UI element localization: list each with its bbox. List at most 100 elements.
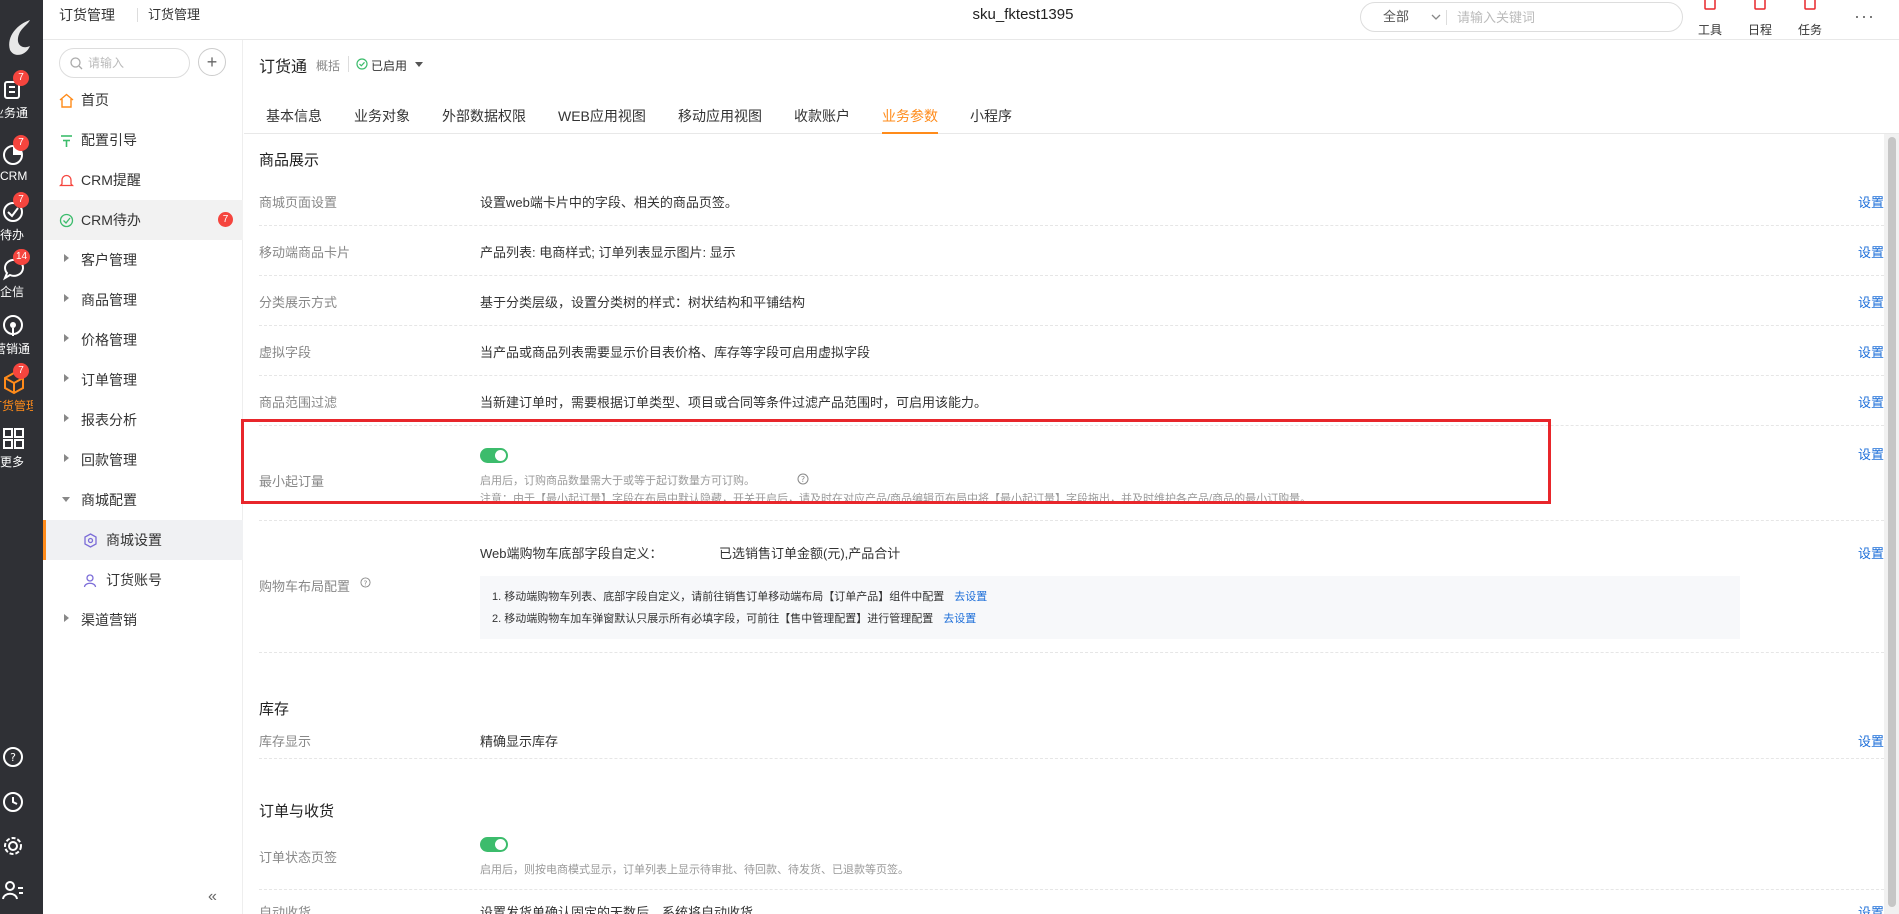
nav-item-crm-todo[interactable]: CRM待办 7 — [43, 200, 243, 240]
nav-label: 配置引导 — [81, 132, 137, 148]
setting-row-mall-page: 商城页面设置 设置web端卡片中的字段、相关的商品页签。 设置 — [259, 176, 1884, 226]
set-link[interactable]: 设置 — [1858, 444, 1884, 463]
cart-field-value: 已选销售订单金额(元),产品合计 — [719, 546, 901, 561]
set-link[interactable]: 设置 — [1858, 292, 1884, 311]
min-order-qty-toggle[interactable] — [480, 448, 508, 463]
set-link[interactable]: 设置 — [1858, 543, 1884, 562]
chevron-down-icon[interactable] — [1431, 14, 1441, 20]
history-button[interactable] — [0, 786, 43, 820]
cart-info-text: 1. 移动端购物车列表、底部字段自定义，请前往销售订单移动端布局【订单产品】组件… — [492, 591, 945, 603]
bell-icon — [59, 174, 74, 187]
rail-item-crm[interactable]: 7 CRM — [0, 135, 43, 191]
tab-business-objects[interactable]: 业务对象 — [354, 98, 410, 134]
nav-item-crm-reminder[interactable]: CRM提醒 — [43, 160, 243, 200]
rail-label: CRM — [0, 169, 28, 183]
row-hint: 启用后，订购商品数量需大于或等于起订数量方可订购。 — [480, 475, 755, 487]
rail-item-marketing[interactable]: 营销通 — [0, 312, 43, 362]
nav-item-mall-settings[interactable]: 商城设置 — [43, 520, 243, 560]
cart-info-box: 1. 移动端购物车列表、底部字段自定义，请前往销售订单移动端布局【订单产品】组件… — [480, 576, 1740, 639]
help-circle-icon[interactable]: ? — [360, 577, 371, 588]
rail-item-more[interactable]: 更多 — [0, 425, 43, 475]
nav-item-channel[interactable]: 渠道营销 — [43, 600, 243, 640]
nav-item-order-account[interactable]: 订货账号 — [43, 560, 243, 600]
tab-business-params[interactable]: 业务参数 — [882, 98, 938, 134]
nav-item-config-guide[interactable]: 配置引导 — [43, 120, 243, 160]
nav-item-home[interactable]: 首页 — [43, 80, 243, 120]
help-button[interactable]: ? — [0, 741, 43, 775]
caret-right-icon — [64, 334, 69, 342]
settings-hex-icon — [84, 533, 97, 548]
nav-item-mall-config[interactable]: 商城配置 — [43, 480, 243, 520]
add-button[interactable]: + — [198, 48, 226, 76]
tab-basic-info[interactable]: 基本信息 — [266, 98, 322, 134]
row-label: 订单状态页签 — [259, 850, 338, 865]
nav-label: 报表分析 — [81, 412, 137, 428]
nav-item-payment[interactable]: 回款管理 — [43, 440, 243, 480]
tab-web-app-view[interactable]: WEB应用视图 — [558, 98, 646, 134]
tasks-button[interactable]: 任务 — [1790, 0, 1830, 40]
top-header: 订货管理 订货管理 sku_fktest1395 全部 工具 日程 任务 ··· — [43, 0, 1899, 40]
nav-item-report[interactable]: 报表分析 — [43, 400, 243, 440]
row-desc: 产品列表: 电商样式; 订单列表显示图片: 显示 — [480, 245, 736, 260]
go-settings-link[interactable]: 去设置 — [943, 613, 976, 625]
collapse-icon[interactable]: « — [208, 888, 217, 906]
overview-link[interactable]: 概括 — [316, 57, 340, 74]
tab-external-data-permission[interactable]: 外部数据权限 — [442, 98, 526, 134]
tools-icon — [1704, 0, 1716, 10]
main-content: 订货通 概括 已启用 基本信息 业务对象 外部数据权限 WEB应用视图 移动应用… — [244, 40, 1899, 914]
search-scope-select[interactable]: 全部 — [1383, 3, 1409, 31]
tab-payment-account[interactable]: 收款账户 — [794, 98, 850, 134]
guide-icon — [61, 135, 72, 147]
caret-down-icon — [62, 497, 70, 502]
menu-search-input[interactable] — [88, 52, 183, 74]
nav-label: 回款管理 — [81, 452, 137, 468]
breadcrumb-current[interactable]: 订货管理 — [148, 0, 200, 30]
tab-mini-program[interactable]: 小程序 — [970, 98, 1012, 134]
rail-label: 企信 — [0, 285, 25, 299]
set-link[interactable]: 设置 — [1858, 731, 1884, 750]
more-dots-icon[interactable]: ··· — [1854, 6, 1875, 27]
set-link[interactable]: 设置 — [1858, 342, 1884, 361]
profile-button[interactable] — [0, 874, 43, 908]
schedule-button[interactable]: 日程 — [1740, 0, 1780, 40]
set-link[interactable]: 设置 — [1858, 192, 1884, 211]
caret-down-icon[interactable] — [415, 62, 423, 67]
rail-badge: 7 — [13, 135, 29, 151]
caret-right-icon — [64, 374, 69, 382]
help-circle-icon[interactable]: ? — [797, 473, 809, 485]
status-select[interactable]: 已启用 — [371, 57, 407, 74]
rail-item-order-mgmt[interactable]: 7 订货管理 — [0, 363, 43, 419]
todo-count-badge: 7 — [218, 212, 233, 227]
side-menu: + 首页 配置引导 CRM提醒 CRM待办 7 客户管理 商品管理 价格管 — [43, 40, 243, 914]
setting-row-virtual-field: 虚拟字段 当产品或商品列表需要显示价目表价格、库存等字段可启用虚拟字段 设置 — [259, 326, 1884, 376]
set-link[interactable]: 设置 — [1858, 902, 1884, 914]
header-divider — [348, 56, 349, 72]
rail-item-business[interactable]: 7 业务通 — [0, 70, 43, 126]
row-label: 商城页面设置 — [259, 195, 338, 210]
settings-button[interactable] — [0, 830, 43, 864]
nav-label: 渠道营销 — [81, 612, 137, 628]
rail-item-chat[interactable]: 14 企信 — [0, 249, 43, 305]
tools-label: 工具 — [1697, 23, 1722, 37]
rail-badge: 7 — [13, 363, 29, 379]
tools-button[interactable]: 工具 — [1690, 0, 1730, 40]
order-status-toggle[interactable] — [480, 837, 508, 852]
setting-row-category-display: 分类展示方式 基于分类层级，设置分类树的样式：树状结构和平铺结构 设置 — [259, 276, 1884, 326]
rail-item-todo[interactable]: 7 待办 — [0, 192, 43, 248]
row-desc: 基于分类层级，设置分类树的样式：树状结构和平铺结构 — [480, 295, 806, 310]
nav-label: 商品管理 — [81, 292, 137, 308]
row-hint: 启用后，则按电商模式显示，订单列表上显示待审批、待回款、待发货、已退款等页签。 — [480, 864, 909, 876]
nav-item-customer[interactable]: 客户管理 — [43, 240, 243, 280]
search-input[interactable] — [1457, 5, 1667, 29]
nav-item-order[interactable]: 订单管理 — [43, 360, 243, 400]
nav-item-product[interactable]: 商品管理 — [43, 280, 243, 320]
go-settings-link[interactable]: 去设置 — [954, 591, 987, 603]
broadcast-icon — [3, 315, 23, 336]
tab-mobile-app-view[interactable]: 移动应用视图 — [678, 98, 762, 134]
breadcrumb-root[interactable]: 订货管理 — [59, 0, 115, 30]
set-link[interactable]: 设置 — [1858, 242, 1884, 261]
set-link[interactable]: 设置 — [1858, 392, 1884, 411]
scrollbar-thumb[interactable] — [1888, 137, 1896, 907]
nav-item-price[interactable]: 价格管理 — [43, 320, 243, 360]
row-desc: 设置发货单确认固定的天数后，系统将自动收货 — [480, 905, 754, 914]
